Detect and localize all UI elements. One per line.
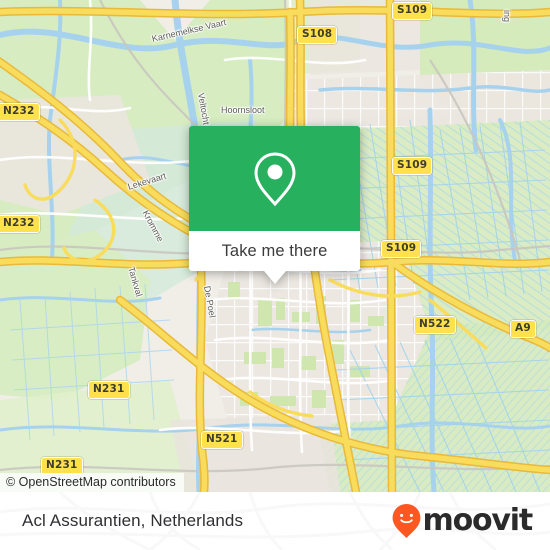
road-shield-a9[interactable]: A9 [510, 320, 536, 338]
map-canvas[interactable]: S109 S108 S109 S109 N232 N232 N522 A9 N2… [0, 0, 550, 492]
moovit-brand[interactable]: moovit [391, 503, 534, 539]
place-title: Acl Assurantien, Netherlands [22, 511, 244, 530]
take-me-there-label: Take me there [221, 241, 328, 260]
moovit-pin-smiley-icon [392, 504, 420, 538]
footer-bar: Acl Assurantien, Netherlands moovit [0, 492, 550, 550]
location-popup-card[interactable]: Take me there [189, 126, 360, 284]
road-shield-n232-1[interactable]: N232 [0, 103, 40, 121]
road-shield-s109-3[interactable]: S109 [381, 240, 422, 258]
footer-content: Acl Assurantien, Netherlands moovit [0, 492, 550, 550]
map-attribution[interactable]: © OpenStreetMap contributors [0, 473, 184, 492]
road-shield-n232-2[interactable]: N232 [0, 215, 40, 233]
road-shield-s108[interactable]: S108 [297, 26, 338, 44]
moovit-wordmark: moovit [422, 503, 534, 538]
road-shield-n231-1[interactable]: N231 [88, 381, 130, 399]
road-shield-n522[interactable]: N522 [414, 316, 456, 334]
popup-tail-pointer [263, 271, 286, 284]
popup-icon-area [189, 126, 360, 231]
screenshot-root: S109 S108 S109 S109 N232 N232 N522 A9 N2… [0, 0, 550, 550]
road-shield-n521[interactable]: N521 [201, 431, 243, 449]
popup-action-area[interactable]: Take me there [189, 231, 360, 271]
road-shield-s109-2[interactable]: S109 [392, 157, 433, 175]
road-shield-s109-1[interactable]: S109 [392, 2, 433, 20]
map-pin-icon [253, 151, 296, 206]
